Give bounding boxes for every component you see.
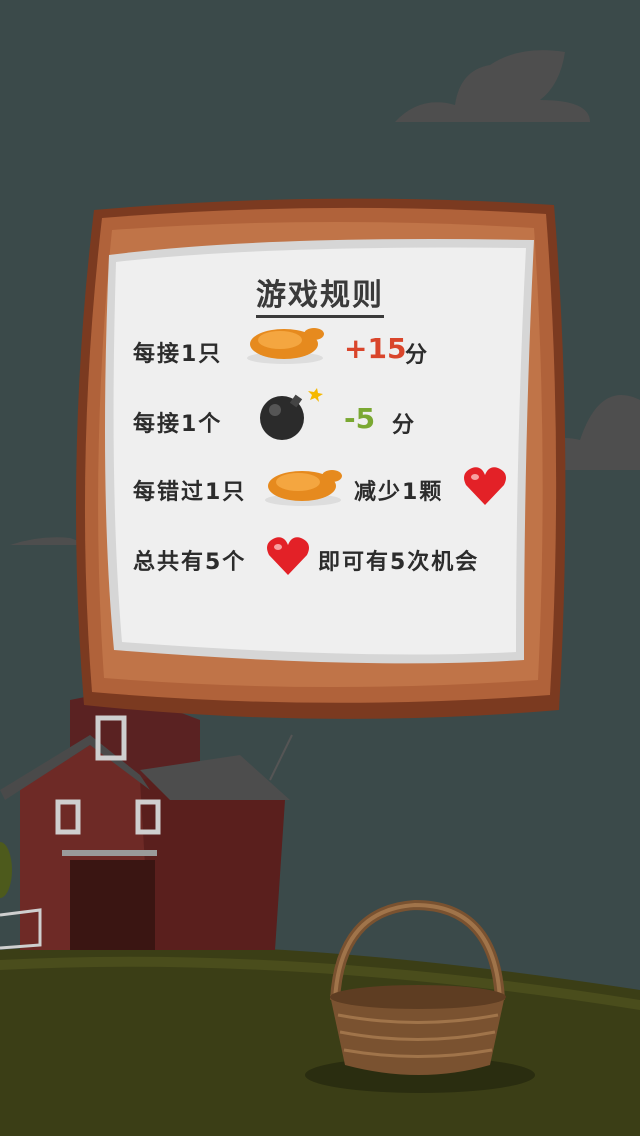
- bomb-icon: [260, 388, 323, 440]
- heart-icon: [464, 467, 506, 505]
- roast-chicken-icon: [265, 470, 342, 506]
- rule-total-lives-text: 总共有5个: [133, 550, 247, 575]
- game-scene: 游戏规则 每接1只 +15 分 每接1个 -5 分 每错过1只 减少1颗 总共有…: [0, 0, 640, 1136]
- roast-chicken-icon: [247, 328, 324, 364]
- score-unit: 分: [392, 413, 415, 438]
- rules-title: 游戏规则: [0, 270, 640, 318]
- rule-catch-bomb-text: 每接1个: [133, 412, 223, 437]
- rule-chances-text: 即可有5次机会: [318, 550, 480, 575]
- heart-icon: [267, 537, 309, 575]
- score-minus-value: -5: [344, 402, 376, 435]
- rule-catch-chicken-text: 每接1只: [133, 342, 223, 367]
- score-plus-value: +15: [344, 332, 407, 365]
- score-unit: 分: [405, 343, 428, 368]
- rule-lose-heart-text: 减少1颗: [354, 480, 444, 505]
- rule-miss-chicken-text: 每错过1只: [133, 480, 247, 505]
